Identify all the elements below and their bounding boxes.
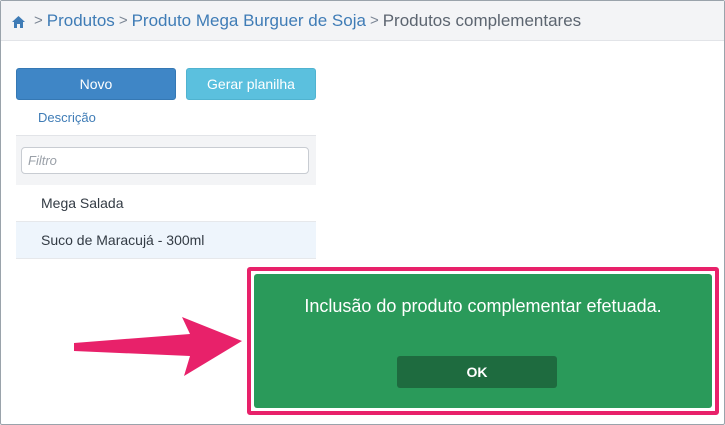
breadcrumb: > Produtos > Produto Mega Burguer de Soj… xyxy=(1,1,724,41)
dialog-message: Inclusão do produto complementar efetuad… xyxy=(304,296,662,316)
success-dialog: Inclusão do produto complementar efetuad… xyxy=(254,274,712,408)
breadcrumb-separator: > xyxy=(118,12,128,29)
table-row[interactable]: Mega Salada xyxy=(16,185,316,222)
gerar-planilha-button[interactable]: Gerar planilha xyxy=(186,68,316,100)
breadcrumb-separator: > xyxy=(369,12,379,29)
table-row[interactable]: Suco de Maracujá - 300ml xyxy=(16,222,316,259)
home-icon[interactable] xyxy=(11,14,26,28)
breadcrumb-separator: > xyxy=(34,12,43,29)
breadcrumb-link-produtos[interactable]: Produtos xyxy=(47,11,115,31)
novo-button[interactable]: Novo xyxy=(16,68,176,100)
column-header-descricao[interactable]: Descrição xyxy=(38,110,96,125)
filter-row xyxy=(16,135,316,185)
breadcrumb-link-produto[interactable]: Produto Mega Burguer de Soja xyxy=(132,11,366,31)
ok-button[interactable]: OK xyxy=(397,356,557,388)
breadcrumb-current: Produtos complementares xyxy=(382,10,582,30)
arrow-pointer-icon xyxy=(74,317,242,376)
filter-input[interactable] xyxy=(21,147,309,174)
